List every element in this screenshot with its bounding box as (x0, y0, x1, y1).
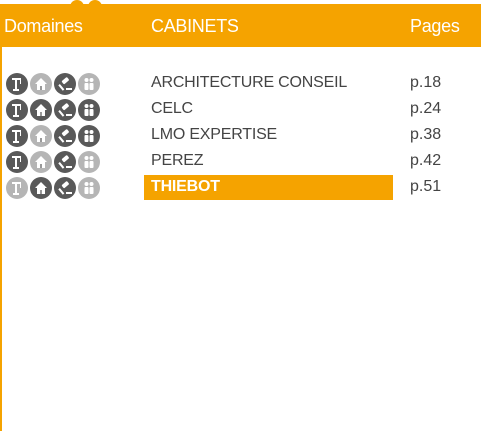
table-header: Domaines CABINETS Pages (0, 0, 481, 47)
cabinet-row[interactable]: ARCHITECTURE CONSEIL p.18 (0, 71, 481, 97)
people-icon (78, 177, 100, 199)
cabinet-row[interactable]: THIEBOT p.51 (0, 175, 481, 201)
house-icon (30, 125, 52, 147)
header-pages: Pages (410, 16, 460, 36)
cabinet-list-panel: Domaines CABINETS Pages ARCHITECTURE CON… (0, 0, 481, 431)
cabinet-page[interactable]: p.51 (410, 178, 441, 196)
gavel-icon (54, 151, 76, 173)
gavel-icon (54, 177, 76, 199)
people-icon (78, 151, 100, 173)
cabinet-name[interactable]: LMO EXPERTISE (151, 126, 277, 144)
cabinet-row[interactable]: CELC p.24 (0, 97, 481, 123)
cabinet-page[interactable]: p.24 (410, 100, 441, 118)
cabinet-name[interactable]: PEREZ (151, 152, 204, 170)
header-cabinets: CABINETS (151, 16, 239, 36)
gavel-icon (54, 73, 76, 95)
crane-icon (6, 125, 28, 147)
header-domaines: Domaines (4, 16, 83, 36)
house-icon (30, 99, 52, 121)
cabinet-row[interactable]: LMO EXPERTISE p.38 (0, 123, 481, 149)
cabinet-page[interactable]: p.38 (410, 126, 441, 144)
people-icon (78, 73, 100, 95)
cabinet-name[interactable]: ARCHITECTURE CONSEIL (151, 74, 347, 92)
people-icon (78, 125, 100, 147)
crane-icon (6, 73, 28, 95)
header-decoration (70, 0, 106, 14)
crane-icon (6, 151, 28, 173)
crane-icon (6, 99, 28, 121)
house-icon (30, 151, 52, 173)
people-icon (78, 99, 100, 121)
cabinet-row[interactable]: PEREZ p.42 (0, 149, 481, 175)
gavel-icon (54, 125, 76, 147)
cabinet-page[interactable]: p.42 (410, 152, 441, 170)
cabinet-page[interactable]: p.18 (410, 74, 441, 92)
cabinet-name[interactable]: CELC (151, 100, 193, 118)
gavel-icon (54, 99, 76, 121)
crane-icon (6, 177, 28, 199)
house-icon (30, 73, 52, 95)
house-icon (30, 177, 52, 199)
cabinet-name[interactable]: THIEBOT (151, 178, 220, 196)
